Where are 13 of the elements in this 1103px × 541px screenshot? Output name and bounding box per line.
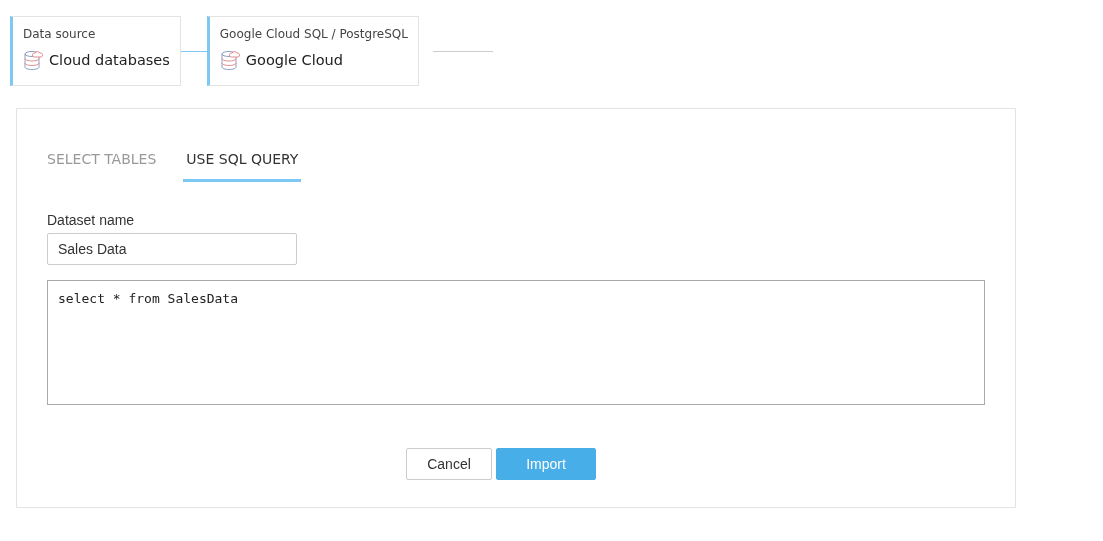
breadcrumb-step[interactable]: Google Cloud SQL / PostgreSQL Google Cloud <box>206 16 419 86</box>
tab[interactable]: USE SQL QUERY <box>183 147 302 182</box>
cancel-button[interactable]: Cancel <box>406 448 492 480</box>
cloud-database-icon <box>219 49 240 71</box>
field-label: Dataset name <box>47 212 136 228</box>
step-value: Cloud databases <box>49 52 170 68</box>
step-label: Google Cloud SQL / PostgreSQL <box>219 27 408 41</box>
breadcrumb-step[interactable]: Data source Cloud databases <box>10 16 181 86</box>
step-label: Data source <box>23 27 97 41</box>
dataset-name-field[interactable]: Sales Data <box>47 233 297 265</box>
sql-query-field[interactable]: select * from SalesData <box>47 280 985 405</box>
cloud-database-icon <box>23 49 43 71</box>
step-value: Google Cloud <box>245 52 343 68</box>
